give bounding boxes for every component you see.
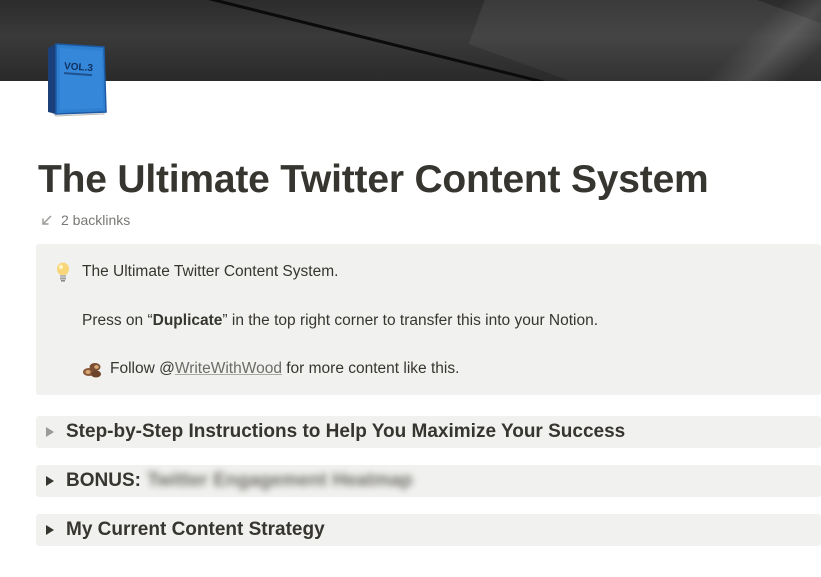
- toggle-label: BONUS:: [66, 470, 141, 491]
- instructions-suffix: ” in the top right corner to transfer th…: [222, 312, 599, 329]
- toggle-label: Step-by-Step Instructions to Help You Ma…: [66, 421, 626, 442]
- follow-suffix: for more content like this.: [281, 360, 460, 377]
- instructions-prefix: Press on “: [82, 312, 153, 329]
- book-label: VOL.3: [64, 61, 94, 74]
- page-title[interactable]: The Ultimate Twitter Content System: [38, 158, 709, 202]
- cover-highlight-corner: [700, 0, 821, 81]
- backlinks-label: 2 backlinks: [61, 212, 131, 228]
- toggle-step-by-step[interactable]: Step-by-Step Instructions to Help You Ma…: [36, 416, 821, 448]
- notion-page: VOL.3 The Ultimate Twitter Content Syste…: [0, 0, 821, 577]
- toggle-content-strategy[interactable]: My Current Content Strategy: [36, 514, 821, 546]
- backlink-arrow-icon: [42, 215, 52, 225]
- cover-image[interactable]: [0, 0, 821, 81]
- callout-line-follow: Follow @WriteWithWood for more content l…: [82, 359, 459, 379]
- follow-prefix: Follow @: [110, 360, 175, 377]
- toggle-triangle-icon[interactable]: [46, 427, 54, 437]
- writewithwood-link[interactable]: WriteWithWood: [175, 360, 282, 377]
- callout-line-title: The Ultimate Twitter Content System.: [82, 263, 339, 280]
- callout-line-instructions: Press on “Duplicate” in the top right co…: [82, 312, 598, 330]
- toggle-bonus[interactable]: BONUS: Twitter Engagement Heatmap: [36, 465, 821, 497]
- wood-logs-icon: [83, 363, 101, 378]
- toggle-blurred-text: Twitter Engagement Heatmap: [146, 470, 413, 491]
- duplicate-keyword: Duplicate: [152, 312, 223, 329]
- blue-book-icon[interactable]: VOL.3: [46, 42, 110, 118]
- lightbulb-icon: [57, 262, 69, 282]
- toggle-triangle-icon[interactable]: [46, 525, 54, 535]
- toggle-triangle-icon[interactable]: [46, 476, 54, 486]
- toggle-label: My Current Content Strategy: [66, 519, 325, 540]
- backlinks-button[interactable]: 2 backlinks: [40, 211, 130, 229]
- callout-block[interactable]: The Ultimate Twitter Content System. Pre…: [36, 244, 821, 395]
